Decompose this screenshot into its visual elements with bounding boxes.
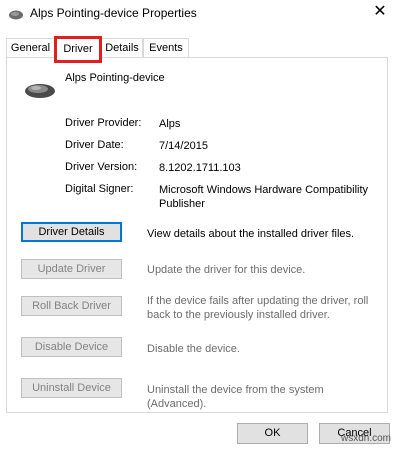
driver-version-label: Driver Version: (65, 161, 138, 173)
digital-signer-value: Microsoft Windows Hardware Compatibility… (159, 183, 379, 211)
tab-driver[interactable]: Driver (54, 36, 102, 63)
mouse-icon (25, 84, 55, 98)
ok-button[interactable]: OK (237, 423, 308, 444)
update-driver-button[interactable]: Update Driver (21, 259, 122, 279)
update-driver-desc: Update the driver for this device. (147, 264, 306, 276)
driver-panel: Alps Pointing-device Driver Provider: Al… (6, 57, 388, 413)
watermark: wsxdn.com (340, 433, 391, 444)
roll-back-desc-line1: If the device fails after updating the d… (147, 295, 369, 307)
device-name: Alps Pointing-device (65, 72, 165, 84)
driver-version-value: 8.1202.1711.103 (159, 162, 241, 174)
disable-device-desc: Disable the device. (147, 343, 240, 355)
roll-back-driver-button[interactable]: Roll Back Driver (21, 296, 122, 316)
uninstall-device-button[interactable]: Uninstall Device (21, 378, 122, 398)
tab-details[interactable]: Details (101, 38, 143, 58)
driver-details-desc: View details about the installed driver … (147, 228, 355, 240)
driver-date-value: 7/14/2015 (159, 140, 208, 152)
digital-signer-line1: Microsoft Windows Hardware Compatibility (159, 184, 369, 196)
title-bar: Alps Pointing-device Properties ✕ (0, 0, 395, 28)
digital-signer-label: Digital Signer: (65, 183, 134, 195)
roll-back-driver-desc: If the device fails after updating the d… (147, 294, 382, 322)
close-button[interactable]: ✕ (365, 0, 395, 26)
uninstall-device-desc: Uninstall the device from the system (Ad… (147, 384, 324, 410)
device-manager-icon (9, 10, 23, 20)
digital-signer-line2: Publisher (159, 198, 205, 210)
driver-provider-label: Driver Provider: (65, 117, 142, 129)
driver-details-button[interactable]: Driver Details (21, 222, 122, 242)
tab-events[interactable]: Events (143, 38, 189, 58)
roll-back-desc-line2: back to the previously installed driver. (147, 309, 330, 321)
driver-provider-value: Alps (159, 118, 181, 130)
disable-device-button[interactable]: Disable Device (21, 337, 122, 357)
window-title: Alps Pointing-device Properties (30, 6, 197, 20)
driver-date-label: Driver Date: (65, 139, 124, 151)
tab-general[interactable]: General (6, 38, 55, 58)
